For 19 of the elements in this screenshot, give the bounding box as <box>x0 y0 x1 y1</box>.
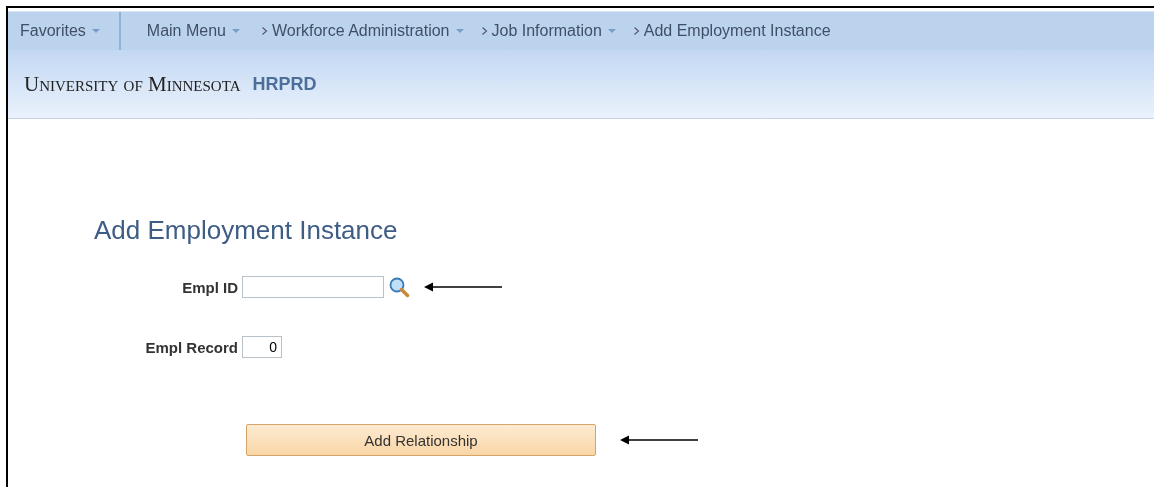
input-field[interactable] <box>242 276 384 298</box>
page-title: Add Employment Instance <box>94 215 399 246</box>
add-relationship-button[interactable]: Add Relationship <box>246 424 596 456</box>
system-name: HRPRD <box>252 73 317 95</box>
favorites-menu[interactable]: Favorites <box>8 22 107 40</box>
input-field[interactable]: 0 <box>242 336 282 358</box>
breadcrumb-link[interactable]: Add Employment Instance <box>639 22 833 40</box>
main-menu[interactable]: Main Menu <box>140 22 247 40</box>
breadcrumb-link[interactable]: Workforce Administration <box>267 22 467 40</box>
search-icon[interactable] <box>388 276 410 298</box>
field-label: Empl ID <box>182 278 238 296</box>
dropdown-caret-icon <box>90 28 101 34</box>
chevron-icon <box>480 26 488 36</box>
dropdown-caret-icon <box>230 28 241 34</box>
chevron-icon <box>260 26 268 36</box>
breadcrumb-link[interactable]: Job Information <box>487 22 619 40</box>
institution-logo: University of Minnesota <box>24 71 241 97</box>
chevron-icon <box>632 26 640 36</box>
field-label: Empl Record <box>145 338 238 356</box>
